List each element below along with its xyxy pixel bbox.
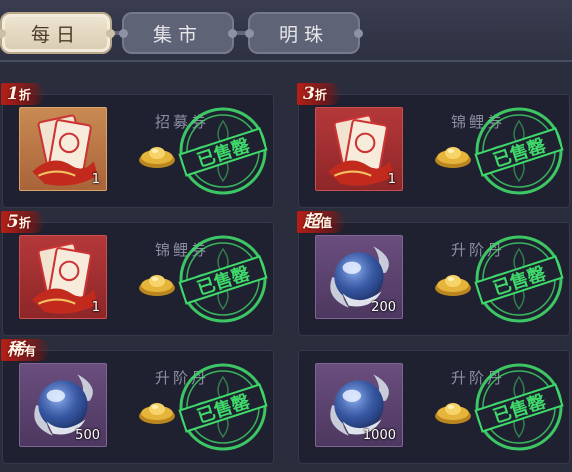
gold-ingot-icon — [137, 271, 177, 297]
gold-ingot-icon — [137, 143, 177, 169]
gold-ingot-icon — [137, 399, 177, 425]
shop-item-card[interactable]: 1000 升阶丹 已售罄 — [298, 350, 570, 464]
tab-daily[interactable]: 每日 — [0, 12, 115, 54]
gold-ingot-icon — [433, 271, 473, 297]
item-quantity: 1000 — [362, 428, 396, 443]
tab-knot — [245, 29, 254, 38]
shop-item-card[interactable]: 超值 200 升阶丹 已售罄 — [297, 211, 570, 336]
gold-ingot-icon — [433, 143, 473, 169]
tab-knot — [228, 29, 237, 38]
tab-knot — [119, 29, 128, 38]
item-slot[interactable]: 1000 — [315, 363, 403, 447]
tab-knot — [0, 29, 6, 38]
shop-item-card[interactable]: 3折 1 锦鲤券 已售罄 — [297, 83, 570, 208]
item-quantity: 500 — [75, 428, 100, 443]
item-slot[interactable]: 1 — [19, 107, 107, 191]
sold-out-stamp: 已售罄 — [178, 235, 268, 323]
item-quantity: 200 — [371, 300, 396, 315]
discount-badge: 超值 — [297, 211, 347, 233]
discount-badge: 5折 — [1, 211, 45, 233]
discount-badge: 3折 — [297, 83, 341, 105]
item-slot[interactable]: 500 — [19, 363, 107, 447]
shop-item-card[interactable]: 稀有 500 升阶丹 已售罄 — [1, 339, 274, 464]
item-slot[interactable]: 1 — [315, 107, 403, 191]
tab-knot — [106, 29, 115, 38]
item-quantity: 1 — [387, 172, 396, 187]
discount-badge: 1折 — [1, 83, 45, 105]
shop-item-card[interactable]: 5折 1 锦鲤券 已售罄 — [1, 211, 274, 336]
sold-out-stamp: 已售罄 — [474, 235, 564, 323]
tab-label: 集市 — [152, 23, 203, 46]
item-slot[interactable]: 200 — [315, 235, 403, 319]
tab-knot — [354, 29, 363, 38]
sold-out-stamp: 已售罄 — [178, 107, 268, 195]
item-quantity: 1 — [91, 300, 100, 315]
sold-out-stamp: 已售罄 — [474, 107, 564, 195]
sold-out-stamp: 已售罄 — [178, 363, 268, 451]
tab-market[interactable]: 集市 — [119, 12, 237, 54]
item-slot[interactable]: 1 — [19, 235, 107, 319]
sold-out-stamp: 已售罄 — [474, 363, 564, 451]
discount-badge: 稀有 — [1, 339, 51, 361]
tab-pearl[interactable]: 明珠 — [245, 12, 363, 54]
shop-item-card[interactable]: 1折 1 招募券 已售罄 — [1, 83, 274, 208]
tab-label: 明珠 — [278, 23, 329, 46]
item-quantity: 1 — [91, 172, 100, 187]
top-tab-bar: 每日 集市 明珠 — [0, 0, 572, 62]
tab-label: 每日 — [30, 23, 81, 46]
gold-ingot-icon — [433, 399, 473, 425]
